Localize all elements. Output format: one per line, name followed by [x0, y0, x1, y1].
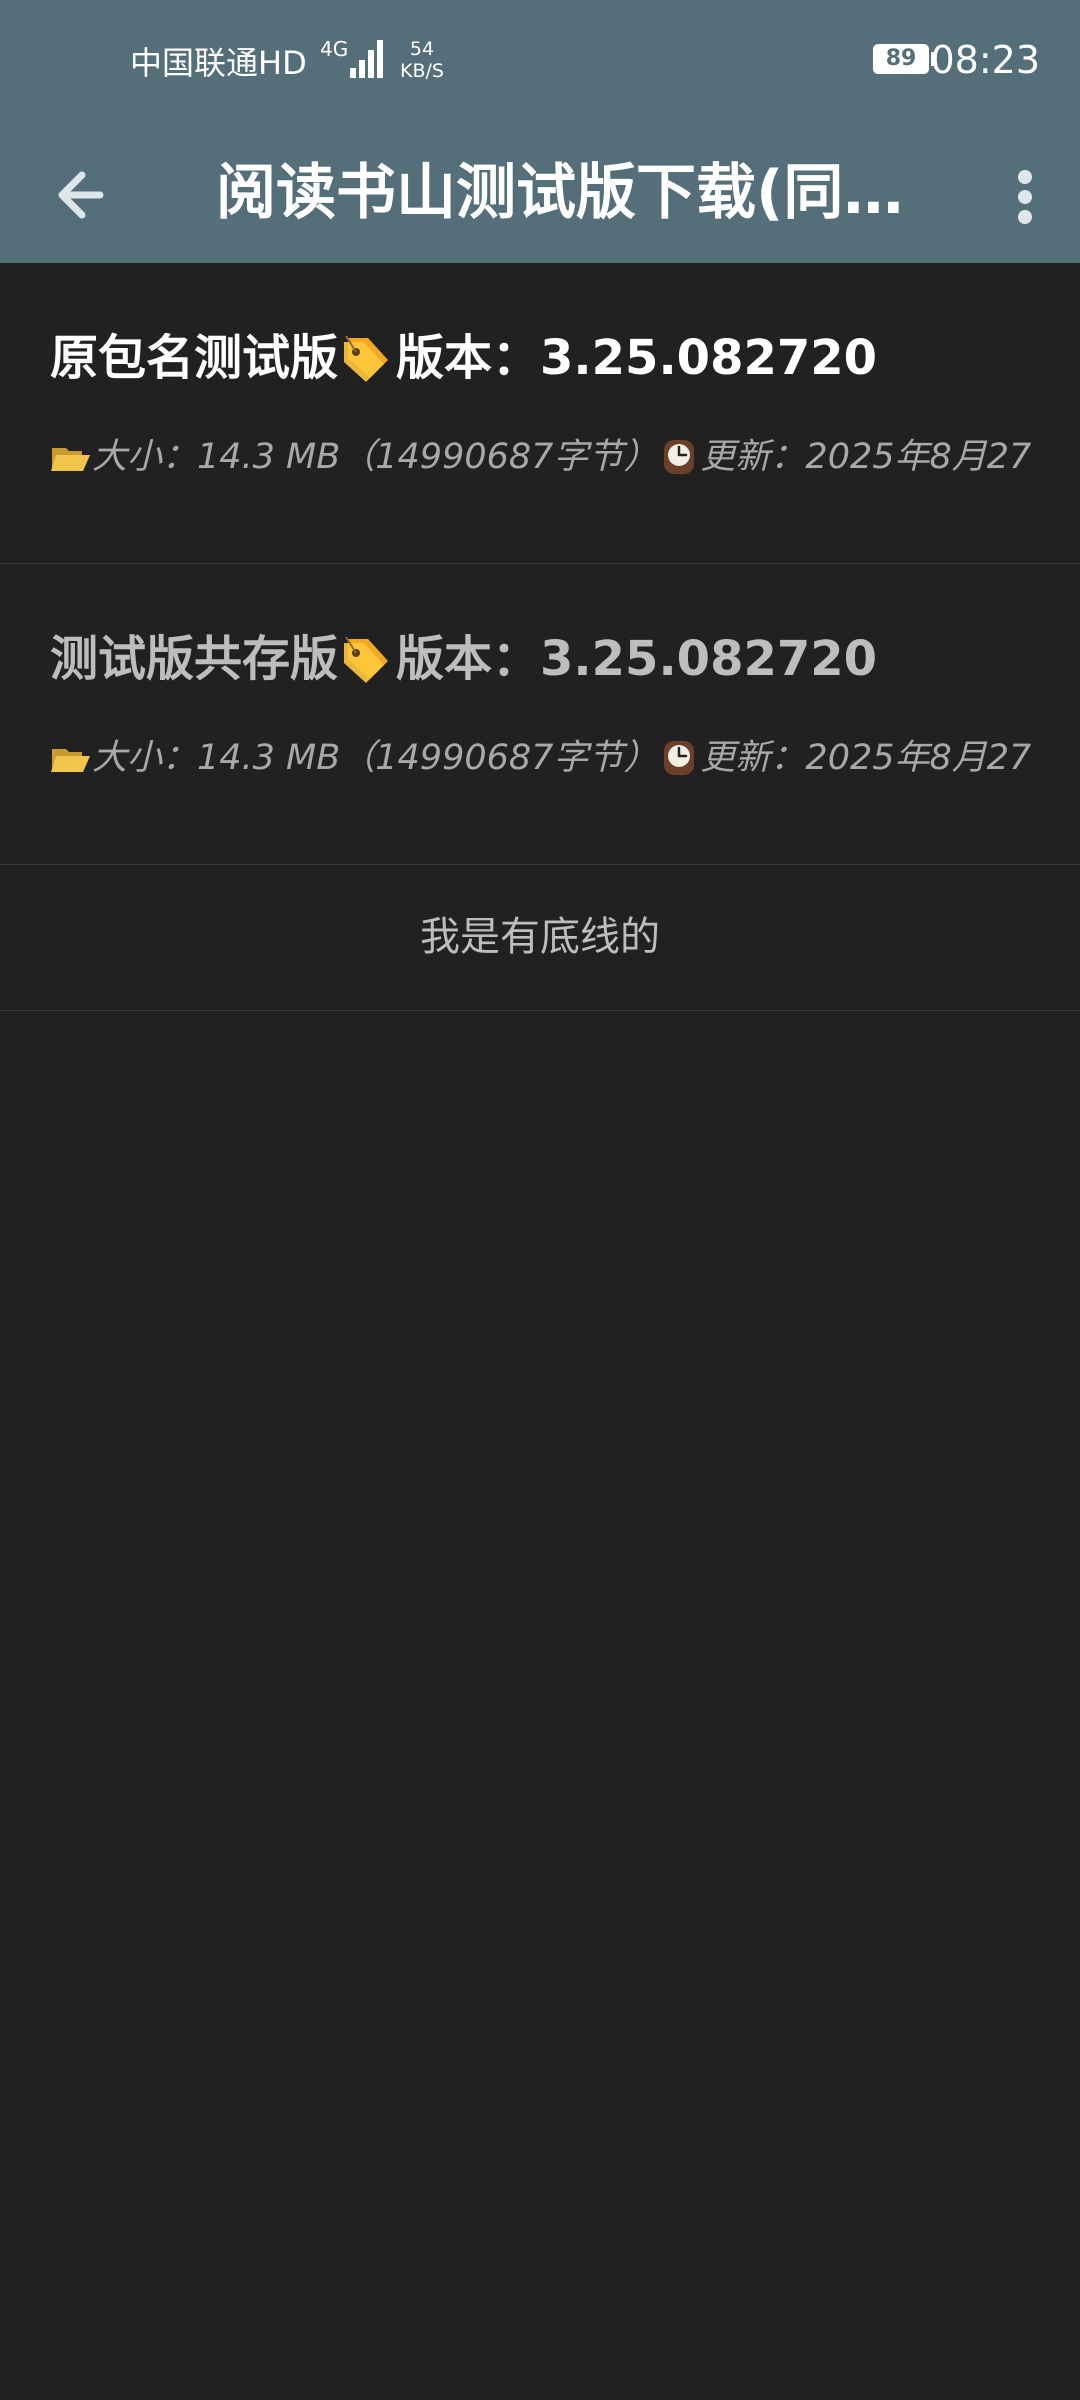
item-update: 更新：2025年8月27 [700, 437, 1032, 477]
item-meta: 大小：14.3 MB（14990687字节） 更新：2025年8月27 [50, 728, 1031, 788]
arrow-back-icon [58, 171, 104, 219]
more-vert-icon [1018, 170, 1032, 224]
carrier-name: 中国联通HD [130, 44, 307, 82]
item-size: 大小：14.3 MB（14990687字节） [92, 437, 659, 477]
clock-icon [664, 440, 695, 474]
item-meta: 大小：14.3 MB（14990687字节） 更新：2025年8月27 [50, 427, 1031, 487]
signal-icon [350, 38, 384, 78]
item-name: 原包名测试版 [50, 330, 339, 386]
battery-icon: 89 [873, 44, 929, 74]
item-version: 版本：3.25.082720 [396, 330, 878, 386]
speed-value: 54 [409, 38, 435, 60]
toolbar: 阅读书山测试版下载(同… [0, 120, 1080, 263]
list-end-footer: 我是有底线的 [0, 865, 1080, 1011]
item-version: 版本：3.25.082720 [396, 631, 878, 687]
open-folder-icon [51, 749, 90, 772]
item-size: 大小：14.3 MB（14990687字节） [92, 738, 659, 778]
more-options-button[interactable] [990, 150, 1060, 240]
item-name: 测试版共存版 [50, 631, 339, 687]
network-speed: 54 KB/S [400, 38, 444, 82]
network-type: 4G [320, 37, 349, 61]
back-button[interactable] [40, 150, 130, 240]
tag-icon [344, 636, 389, 683]
clock: 08:23 [930, 38, 1040, 82]
item-title: 测试版共存版 版本：3.25.082720 [50, 564, 1030, 694]
speed-unit: KB/S [400, 60, 444, 82]
tag-icon [344, 335, 389, 382]
open-folder-icon [51, 448, 90, 471]
item-update: 更新：2025年8月27 [700, 738, 1032, 778]
page-title: 阅读书山测试版下载(同… [216, 158, 904, 228]
clock-icon [664, 741, 695, 775]
item-title: 原包名测试版 版本：3.25.082720 [50, 263, 1030, 393]
list-item[interactable]: 测试版共存版 版本：3.25.082720 大小：14.3 MB（1499068… [0, 564, 1080, 865]
list-item[interactable]: 原包名测试版 版本：3.25.082720 大小：14.3 MB（1499068… [0, 263, 1080, 564]
app-header: 中国联通HD 4G 54 KB/S 89 08:23 阅读书山测试版下载(同… [0, 0, 1080, 263]
status-bar: 中国联通HD 4G 54 KB/S 89 08:23 [0, 0, 1080, 120]
